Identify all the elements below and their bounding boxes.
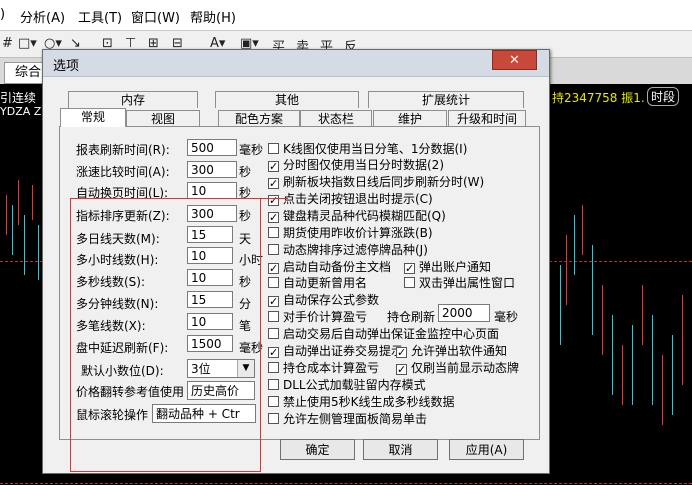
checkbox-box: ✓ bbox=[268, 177, 279, 190]
checkbox-box: ✓ bbox=[268, 346, 279, 359]
unit-label: 毫秒 bbox=[494, 310, 519, 324]
tab-view[interactable]: 视图 bbox=[126, 110, 200, 127]
checkbox-update-former-name[interactable]: 自动更新曾用名 bbox=[268, 274, 367, 291]
report-refresh-label: 报表刷新时间(R): bbox=[76, 143, 170, 157]
checkbox-box bbox=[268, 396, 279, 407]
checkbox-refresh-sector[interactable]: ✓ 刷新板块指数日线后同步刷新分时(W) bbox=[268, 173, 484, 190]
checkbox-box: ✓ bbox=[396, 363, 407, 376]
checkbox-box: ✓ bbox=[268, 211, 279, 224]
chart-indicator-label: YDZA Z: bbox=[0, 105, 45, 118]
checkbox-account-notice[interactable]: ✓ 弹出账户通知 bbox=[404, 258, 491, 275]
checkbox-software-notice[interactable]: ✓ 允许弹出软件通知 bbox=[396, 342, 507, 359]
tab-color-scheme[interactable]: 配色方案 bbox=[218, 110, 300, 127]
checkbox-double-click-props[interactable]: 双击弹出属性窗口 bbox=[404, 274, 515, 291]
checkbox-save-formula-params[interactable]: ✓ 自动保存公式参数 bbox=[268, 291, 379, 308]
checkbox-cost-pnl[interactable]: 持仓成本计算盈亏 bbox=[268, 359, 379, 376]
checkbox-box bbox=[268, 143, 279, 154]
checkbox-box bbox=[268, 413, 279, 424]
tab-general[interactable]: 常规 bbox=[60, 108, 126, 127]
dialog-title: 选项 bbox=[53, 59, 80, 74]
annotation-highlight-box bbox=[70, 198, 261, 472]
ok-button[interactable]: 确定 bbox=[280, 439, 355, 460]
menu-help[interactable]: 帮助(H) bbox=[190, 7, 236, 26]
checkbox-refresh-visible-only[interactable]: ✓ 仅刷当前显示动态牌 bbox=[396, 359, 519, 376]
checkbox-box: ✓ bbox=[396, 346, 407, 359]
checkbox-filter-suspended[interactable]: 动态牌排序过滤停牌品种(J) bbox=[268, 241, 428, 258]
checkbox-margin-monitor[interactable]: 启动交易后自动弹出保证金监控中心页面 bbox=[268, 325, 499, 342]
checkbox-box bbox=[268, 227, 279, 238]
menu-analysis[interactable]: 分析(A) bbox=[20, 7, 65, 26]
checkbox-box bbox=[268, 379, 279, 390]
checkbox-fuzzy-match[interactable]: ✓ 键盘精灵品种代码模糊匹配(Q) bbox=[268, 207, 446, 224]
tab-upgrade-time[interactable]: 升级和时间 bbox=[448, 110, 526, 127]
close-button[interactable]: ✕ bbox=[492, 50, 537, 70]
apply-button[interactable]: 应用(A) bbox=[449, 439, 524, 460]
checkbox-box: ✓ bbox=[268, 295, 279, 308]
checkbox-close-prompt[interactable]: ✓ 点击关闭按钮退出时提示(C) bbox=[268, 190, 433, 207]
checkbox-box: ✓ bbox=[404, 262, 415, 275]
checkbox-left-panel-click[interactable]: 允许左侧管理面板简易单击 bbox=[268, 410, 427, 427]
checkbox-box bbox=[268, 328, 279, 339]
rectangle-icon[interactable]: □▾ bbox=[18, 36, 37, 51]
tab-maintenance[interactable]: 维护 bbox=[373, 110, 447, 127]
checkbox-box: ✓ bbox=[268, 160, 279, 173]
checkbox-futures-prev-close[interactable]: 期货使用昨收价计算涨跌(B) bbox=[268, 224, 433, 241]
checkbox-box: ✓ bbox=[268, 262, 279, 275]
cancel-button[interactable]: 取消 bbox=[363, 439, 438, 460]
unit-label: 秒 bbox=[239, 165, 252, 179]
annotation-line bbox=[259, 198, 288, 199]
checkbox-box bbox=[404, 277, 415, 288]
checkbox-box bbox=[268, 311, 279, 322]
position-refresh-input[interactable]: 2000 bbox=[438, 304, 490, 322]
position-refresh-label: 持仓刷新 bbox=[387, 310, 436, 324]
checkbox-intraday-today[interactable]: ✓ 分时图仅使用当日分时数据(2) bbox=[268, 156, 444, 173]
menu-window[interactable]: 窗口(W) bbox=[131, 7, 180, 26]
speed-compare-input[interactable]: 300 bbox=[187, 161, 237, 178]
checkbox-auto-backup[interactable]: ✓ 启动自动备份主文档 bbox=[268, 258, 391, 275]
checkbox-counterparty-pnl[interactable]: 对手价计算盈亏 bbox=[268, 308, 367, 325]
checkbox-kline-today[interactable]: K线图仅使用当日分笔、1分数据(I) bbox=[268, 140, 467, 157]
checkbox-no-5s-kline[interactable]: 禁止使用5秒K线生成多秒线数据 bbox=[268, 393, 455, 410]
checkbox-box bbox=[268, 277, 279, 288]
chart-grid-line bbox=[0, 483, 692, 484]
checkbox-dll-resident[interactable]: DLL公式加载驻留内存模式 bbox=[268, 376, 426, 393]
time-period-badge[interactable]: 时段 bbox=[647, 87, 680, 106]
tab-status-bar[interactable]: 状态栏 bbox=[300, 110, 372, 127]
chart-stats: 持2347758 振1. bbox=[552, 91, 645, 105]
unit-label: 毫秒 bbox=[239, 143, 264, 157]
tab-other[interactable]: 其他 bbox=[215, 91, 359, 108]
close-icon: ✕ bbox=[509, 53, 520, 68]
speed-compare-label: 涨速比较时间(A): bbox=[76, 165, 170, 179]
checkbox-box bbox=[268, 362, 279, 373]
chart-title: 引连续 bbox=[0, 91, 37, 105]
tab-memory[interactable]: 内存 bbox=[68, 91, 198, 108]
grid-icon[interactable]: # bbox=[2, 36, 13, 51]
checkbox-trade-prompt[interactable]: ✓ 自动弹出证券交易提示 bbox=[268, 342, 403, 359]
report-refresh-input[interactable]: 500 bbox=[187, 139, 237, 156]
dialog-titlebar[interactable]: 选项 ✕ bbox=[43, 50, 549, 77]
checkbox-box: ✓ bbox=[268, 194, 279, 207]
auto-page-input[interactable]: 10 bbox=[187, 182, 237, 199]
menu-item-fragment: ) bbox=[0, 7, 6, 22]
tab-extended-stats[interactable]: 扩展统计 bbox=[368, 91, 524, 108]
checkbox-box bbox=[268, 244, 279, 255]
menu-tools[interactable]: 工具(T) bbox=[78, 7, 122, 26]
menu-bar: ) 分析(A) 工具(T) 窗口(W) 帮助(H) bbox=[0, 0, 692, 31]
